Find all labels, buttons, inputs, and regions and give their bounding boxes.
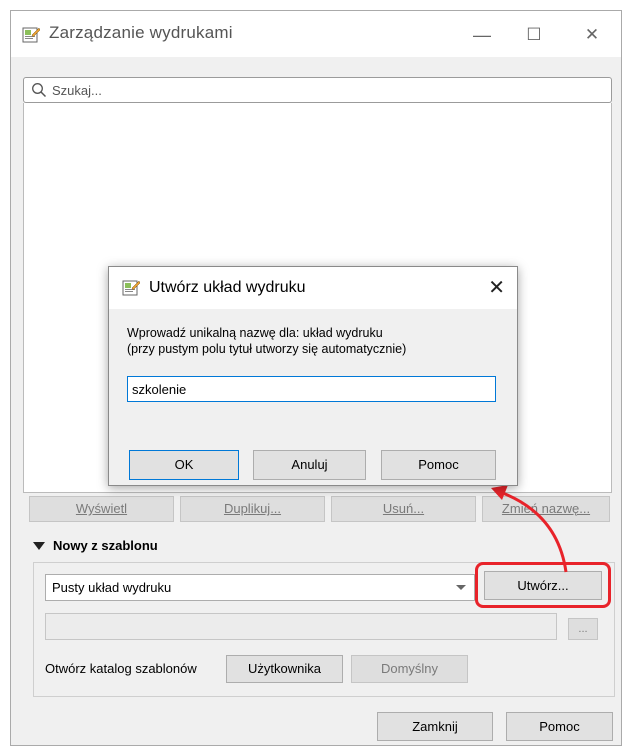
collapse-triangle-icon xyxy=(33,541,45,550)
duplicate-button[interactable]: Duplikuj... xyxy=(180,496,325,522)
browse-button[interactable]: ... xyxy=(568,618,598,640)
create-button-highlight xyxy=(475,562,611,608)
dialog-message-line2: (przy pustym polu tytuł utworzy się auto… xyxy=(127,342,407,356)
duplicate-button-label: Duplikuj... xyxy=(223,501,282,516)
window-titlebar: Zarządzanie wydrukami — ☐ ✕ xyxy=(11,11,621,57)
window-title: Zarządzanie wydrukami xyxy=(49,23,233,42)
show-button[interactable]: Wyświetl xyxy=(29,496,174,522)
minimize-button[interactable]: — xyxy=(459,19,505,51)
dropdown-arrow-icon xyxy=(456,585,466,590)
layout-name-input[interactable] xyxy=(127,376,496,402)
help-button[interactable]: Pomoc xyxy=(506,712,613,741)
dialog-title: Utwórz układ wydruku xyxy=(149,279,306,296)
dialog-message-line1: Wprowadź unikalną nazwę dla: układ wydru… xyxy=(127,326,383,340)
show-button-label: Wyświetl xyxy=(75,501,128,516)
rename-button-label: Zmień nazwę... xyxy=(501,501,591,516)
dialog-close-button[interactable]: ✕ xyxy=(488,275,505,300)
open-catalog-label: Otwórz katalog szablonów xyxy=(45,661,197,676)
default-catalog-button[interactable]: Domyślny xyxy=(351,655,468,683)
layout-manager-icon xyxy=(22,27,40,43)
create-layout-dialog: Utwórz układ wydruku ✕ Wprowadź unikalną… xyxy=(108,266,518,486)
search-box[interactable] xyxy=(23,77,612,103)
ok-button[interactable]: OK xyxy=(129,450,239,480)
template-path-field xyxy=(45,613,557,640)
close-button[interactable]: Zamknij xyxy=(377,712,493,741)
maximize-button[interactable]: ☐ xyxy=(511,19,557,51)
dialog-message: Wprowadź unikalną nazwę dla: układ wydru… xyxy=(127,325,406,357)
remove-button[interactable]: Usuń... xyxy=(331,496,476,522)
close-window-button[interactable]: ✕ xyxy=(569,19,615,51)
template-select-value: Pusty układ wydruku xyxy=(52,580,172,595)
search-icon xyxy=(32,83,47,98)
template-select[interactable]: Pusty układ wydruku xyxy=(45,574,475,601)
template-section-header[interactable]: Nowy z szablonu xyxy=(33,538,158,553)
cancel-button[interactable]: Anuluj xyxy=(253,450,366,480)
user-catalog-button[interactable]: Użytkownika xyxy=(226,655,343,683)
search-input[interactable] xyxy=(52,80,592,100)
template-section-title: Nowy z szablonu xyxy=(53,538,158,553)
rename-button[interactable]: Zmień nazwę... xyxy=(482,496,610,522)
layout-icon xyxy=(122,280,140,296)
dialog-titlebar: Utwórz układ wydruku ✕ xyxy=(109,267,517,309)
remove-button-label: Usuń... xyxy=(382,501,425,516)
dialog-help-button[interactable]: Pomoc xyxy=(381,450,496,480)
